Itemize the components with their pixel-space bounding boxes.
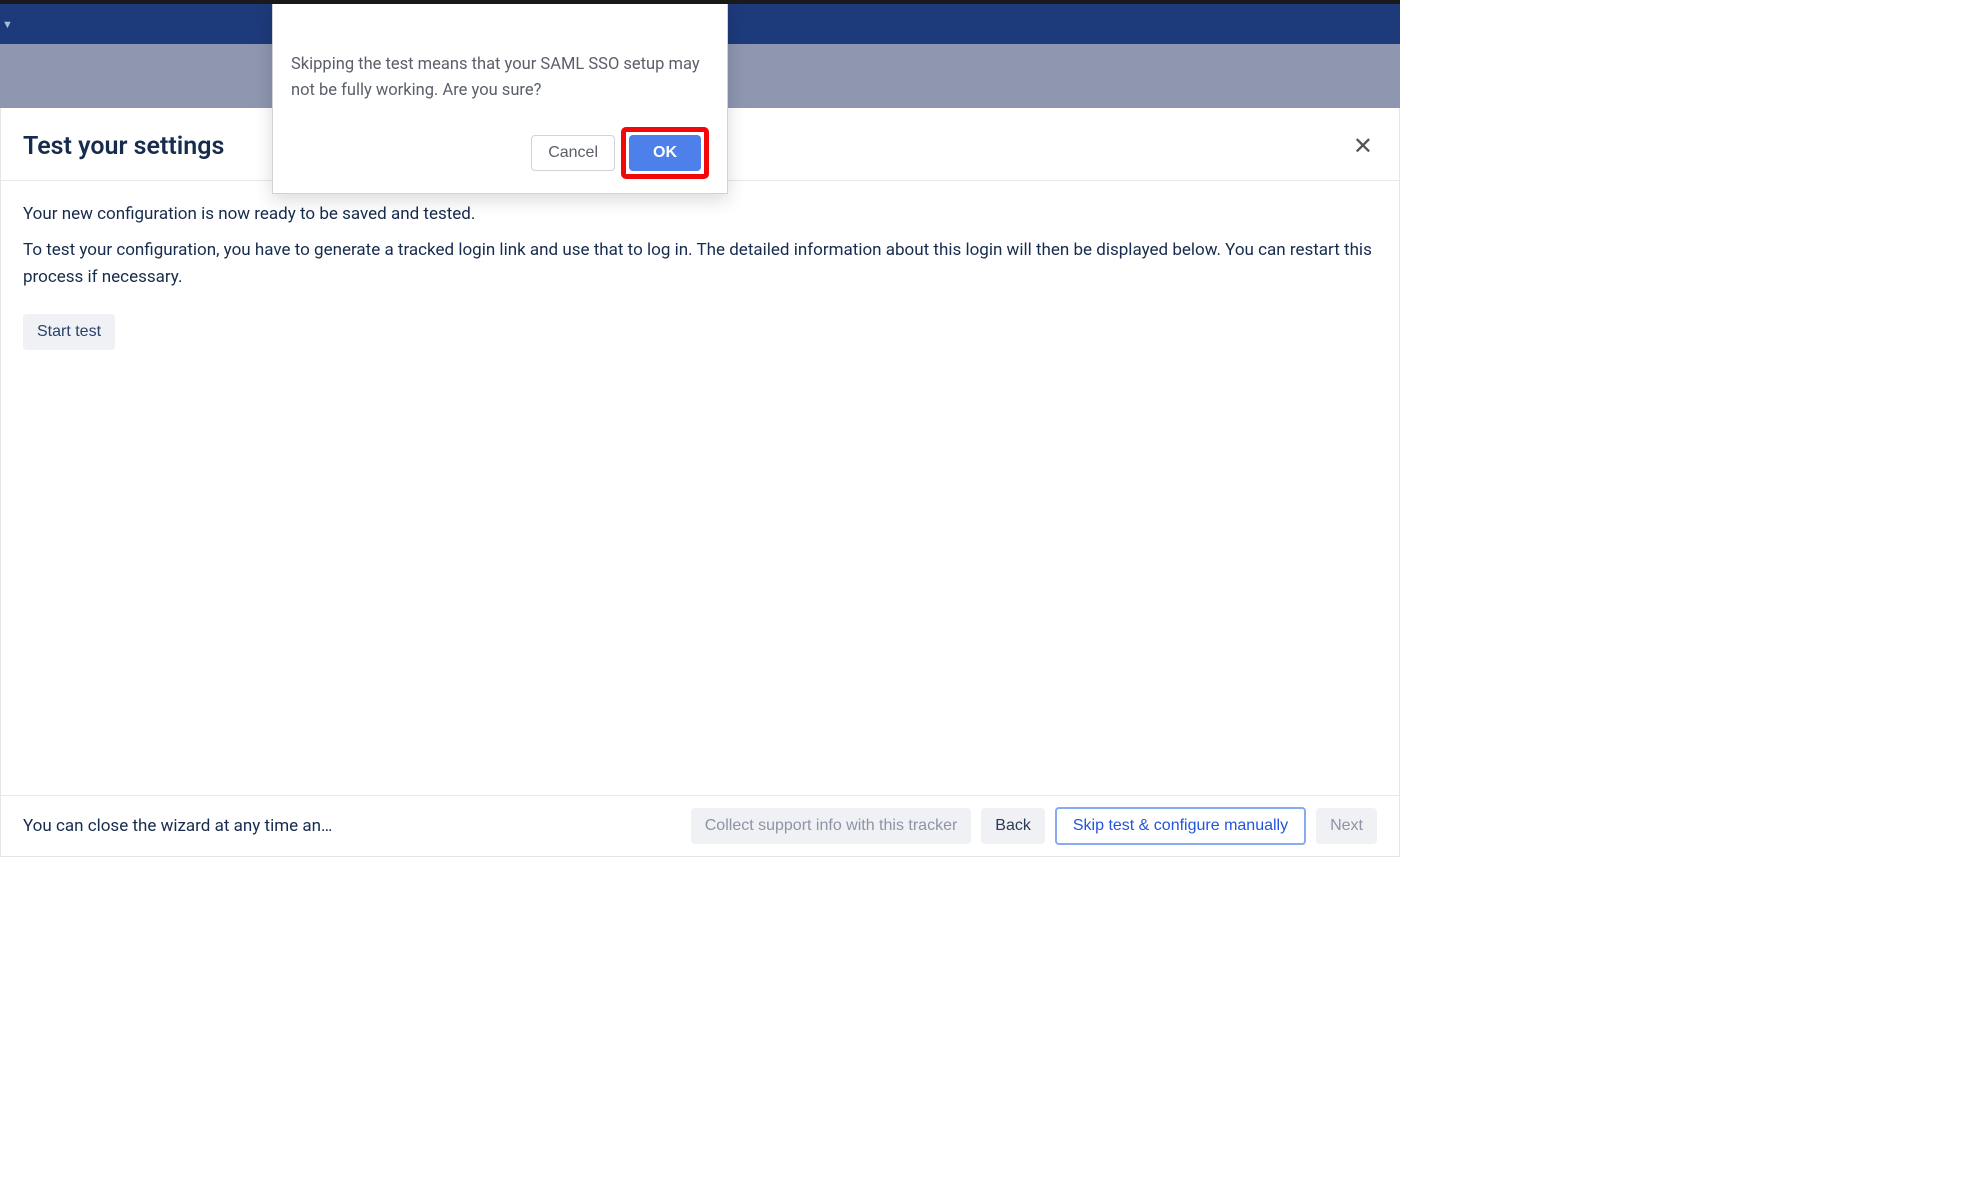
dialog-button-row: Cancel OK (291, 127, 709, 179)
dialog-message: Skipping the test means that your SAML S… (291, 52, 709, 103)
collect-support-info-button[interactable]: Collect support info with this tracker (691, 808, 972, 844)
panel-footer: You can close the wizard at any time and… (1, 795, 1399, 856)
back-button[interactable]: Back (981, 808, 1045, 844)
test-instructions-text: To test your configuration, you have to … (23, 237, 1377, 290)
ok-button[interactable]: OK (629, 135, 701, 171)
panel-body: Your new configuration is now ready to b… (1, 181, 1399, 795)
config-ready-text: Your new configuration is now ready to b… (23, 201, 1377, 227)
ok-highlight-box: OK (621, 127, 709, 179)
confirm-skip-dialog: Skipping the test means that your SAML S… (272, 4, 728, 194)
chevron-down-icon[interactable]: ▼ (0, 18, 15, 31)
start-test-button[interactable]: Start test (23, 314, 115, 350)
cancel-button[interactable]: Cancel (531, 135, 615, 171)
page-title: Test your settings (23, 132, 224, 161)
skip-test-button[interactable]: Skip test & configure manually (1055, 807, 1306, 845)
next-button[interactable]: Next (1316, 808, 1377, 844)
close-icon[interactable]: ✕ (1349, 130, 1377, 162)
settings-panel: Test your settings ✕ Your new configurat… (0, 108, 1400, 857)
wizard-close-hint: You can close the wizard at any time and… (23, 816, 333, 836)
